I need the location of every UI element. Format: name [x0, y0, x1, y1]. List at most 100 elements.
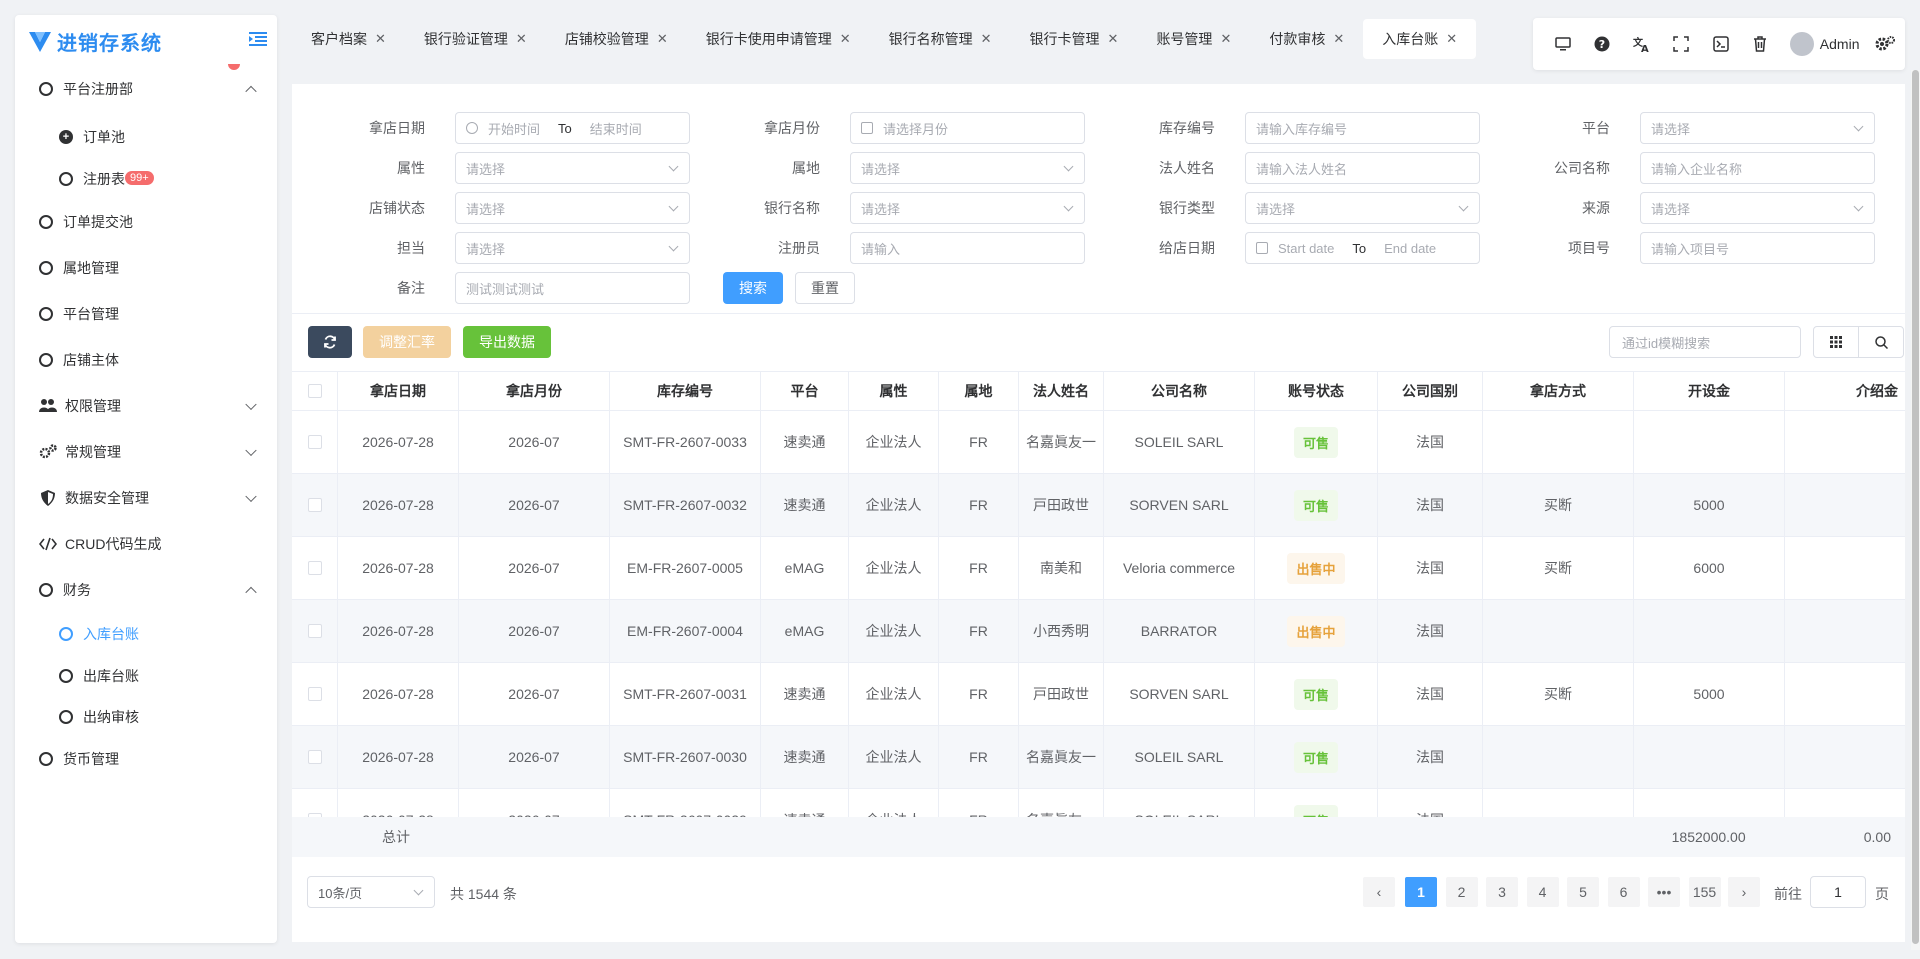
next-page-button[interactable]: ›: [1728, 877, 1760, 907]
sidebar-item-7[interactable]: 权限管理: [15, 383, 277, 429]
take-month-picker[interactable]: 请选择月份: [850, 112, 1085, 144]
page-button[interactable]: 4: [1526, 877, 1559, 907]
sidebar-item-5[interactable]: 平台管理: [15, 291, 277, 337]
column-header[interactable]: 开设金: [1634, 372, 1785, 410]
sidebar-item-6[interactable]: 店铺主体: [15, 337, 277, 383]
tab-2[interactable]: 店铺校验管理 ✕: [546, 19, 687, 59]
sidebar-item-9[interactable]: 数据安全管理: [15, 475, 277, 521]
table-row[interactable]: 2026-07-28 2026-07 SMT-FR-2607-0030 速卖通 企业法人…: [292, 726, 1905, 789]
sidebar-item-12[interactable]: 入库台账: [15, 613, 277, 655]
app-logo[interactable]: 进销存系统: [15, 15, 277, 67]
sidebar-item-0[interactable]: 平台注册部: [15, 63, 277, 115]
sidebar-item-11[interactable]: 财务: [15, 567, 277, 613]
close-icon[interactable]: ✕: [840, 31, 851, 47]
page-size-select[interactable]: 10条/页: [307, 876, 435, 908]
column-header[interactable]: 公司名称: [1104, 372, 1255, 410]
legal-name-input[interactable]: 请输入法人姓名: [1245, 152, 1480, 184]
stock-no-input[interactable]: 请输入库存编号: [1245, 112, 1480, 144]
search-toggle-button[interactable]: [1858, 326, 1904, 358]
tab-3[interactable]: 银行卡使用申请管理 ✕: [687, 19, 870, 59]
sidebar-item-1[interactable]: + 订单池: [15, 115, 277, 158]
bank-type-select[interactable]: 请选择: [1245, 192, 1480, 224]
row-checkbox[interactable]: [307, 750, 322, 764]
attribute-select[interactable]: 请选择: [455, 152, 690, 184]
table-row[interactable]: 2026-07-282026-07SMT-FR-2607-0029速卖通企业法人…: [292, 789, 1905, 817]
column-header[interactable]: 拿店方式: [1483, 372, 1634, 410]
sidebar-item-2[interactable]: 注册表 99+: [15, 158, 277, 199]
prev-page-button[interactable]: ‹: [1363, 877, 1395, 907]
help-icon[interactable]: ?: [1583, 24, 1623, 64]
monitor-icon[interactable]: [1543, 24, 1583, 64]
close-icon[interactable]: ✕: [516, 31, 527, 47]
row-checkbox[interactable]: [307, 624, 322, 638]
column-header[interactable]: 属地: [939, 372, 1019, 410]
sidebar-item-4[interactable]: 属地管理: [15, 245, 277, 291]
terminal-icon[interactable]: [1701, 24, 1741, 64]
tab-1[interactable]: 银行验证管理 ✕: [405, 19, 546, 59]
sidebar-item-13[interactable]: 出库台账: [15, 655, 277, 696]
tab-5[interactable]: 银行卡管理 ✕: [1011, 19, 1138, 59]
close-icon[interactable]: ✕: [375, 31, 386, 47]
collapse-menu-icon[interactable]: [249, 31, 267, 47]
close-icon[interactable]: ✕: [1446, 31, 1457, 47]
sidebar-item-10[interactable]: CRUD代码生成: [15, 521, 277, 567]
row-checkbox[interactable]: [307, 687, 322, 701]
adjust-rate-button[interactable]: 调整汇率: [363, 326, 451, 358]
row-checkbox[interactable]: [307, 561, 322, 575]
row-checkbox[interactable]: [307, 435, 322, 449]
table-row[interactable]: 2026-07-28 2026-07 EM-FR-2607-0004 eMAG 企业法人…: [292, 600, 1905, 663]
translate-icon[interactable]: 文A: [1622, 24, 1662, 64]
platform-select[interactable]: 请选择: [1640, 112, 1875, 144]
reset-button[interactable]: 重置: [795, 272, 855, 304]
column-header[interactable]: 属性: [849, 372, 939, 410]
settings-icon[interactable]: [1865, 24, 1905, 64]
table-row[interactable]: 2026-07-28 2026-07 SMT-FR-2607-0032 速卖通 企业法人…: [292, 474, 1905, 537]
select-all-checkbox[interactable]: [307, 384, 322, 398]
row-checkbox[interactable]: [307, 498, 322, 512]
page-button[interactable]: 1: [1405, 877, 1437, 907]
tab-4[interactable]: 银行名称管理 ✕: [870, 19, 1011, 59]
column-header[interactable]: 平台: [761, 372, 849, 410]
give-date-range[interactable]: Start date To End date: [1245, 232, 1480, 264]
page-button[interactable]: 6: [1607, 877, 1640, 907]
sidebar-item-3[interactable]: 订单提交池: [15, 199, 277, 245]
tab-7[interactable]: 付款审核 ✕: [1250, 19, 1363, 59]
shop-status-select[interactable]: 请选择: [455, 192, 690, 224]
remark-input[interactable]: 测试测试测试: [455, 272, 690, 304]
column-header[interactable]: 介绍金: [1785, 372, 1906, 410]
close-icon[interactable]: ✕: [1333, 31, 1344, 47]
close-icon[interactable]: ✕: [1108, 31, 1119, 47]
table-row[interactable]: 2026-07-28 2026-07 SMT-FR-2607-0033 速卖通 企业法人…: [292, 411, 1905, 474]
page-button[interactable]: 2: [1445, 877, 1478, 907]
territory-select[interactable]: 请选择: [850, 152, 1085, 184]
tab-6[interactable]: 账号管理 ✕: [1137, 19, 1250, 59]
close-icon[interactable]: ✕: [1220, 31, 1231, 47]
take-date-range[interactable]: 开始时间 To 结束时间: [455, 112, 690, 144]
table-row[interactable]: 2026-07-28 2026-07 SMT-FR-2607-0031 速卖通 企业法人…: [292, 663, 1905, 726]
column-header[interactable]: 公司国别: [1378, 372, 1483, 410]
column-header[interactable]: 库存编号: [610, 372, 761, 410]
column-header[interactable]: 拿店月份: [459, 372, 610, 410]
company-input[interactable]: 请输入企业名称: [1640, 152, 1875, 184]
id-search-input[interactable]: 通过id模糊搜索: [1609, 326, 1801, 358]
page-button[interactable]: 5: [1567, 877, 1599, 907]
username[interactable]: Admin: [1820, 36, 1860, 52]
bank-name-select[interactable]: 请选择: [850, 192, 1085, 224]
column-header[interactable]: 法人姓名: [1019, 372, 1104, 410]
tab-0[interactable]: 客户档案 ✕: [292, 19, 405, 59]
page-scrollbar[interactable]: [1911, 70, 1920, 950]
sidebar-item-15[interactable]: 货币管理: [15, 737, 277, 781]
project-no-input[interactable]: 请输入项目号: [1640, 232, 1875, 264]
page-button[interactable]: 155: [1688, 877, 1721, 907]
registrar-input[interactable]: 请输入: [850, 232, 1085, 264]
more-pages-button[interactable]: •••: [1648, 877, 1680, 907]
source-select[interactable]: 请选择: [1640, 192, 1875, 224]
sidebar-item-14[interactable]: 出纳审核: [15, 696, 277, 737]
search-button[interactable]: 搜索: [723, 272, 783, 304]
page-button[interactable]: 3: [1486, 877, 1518, 907]
column-header[interactable]: 账号状态: [1255, 372, 1378, 410]
owner-select[interactable]: 请选择: [455, 232, 690, 264]
sidebar-item-8[interactable]: 常规管理: [15, 429, 277, 475]
grid-view-button[interactable]: [1813, 326, 1859, 358]
trash-icon[interactable]: [1741, 24, 1781, 64]
